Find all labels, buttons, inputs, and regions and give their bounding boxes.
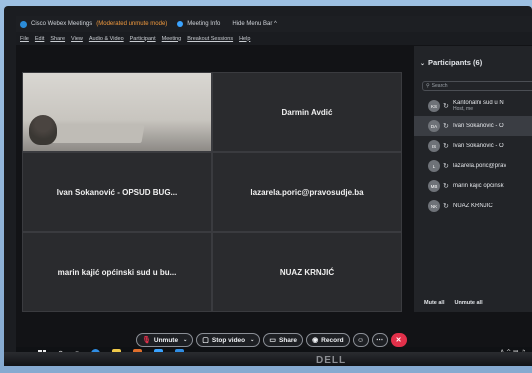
share-button[interactable]: ▭ Share bbox=[263, 333, 304, 347]
video-grid: Darmin Avdić Ivan Sokanović - OPSUD BUG.… bbox=[22, 72, 402, 332]
tile-name-5: NUAZ KRNJIĆ bbox=[279, 267, 335, 277]
search-icon: ⚲ bbox=[426, 83, 430, 89]
participant-avatar: NK bbox=[428, 200, 440, 212]
mute-all-button[interactable]: Mute all bbox=[424, 300, 444, 306]
audio-connection-icon: ↻ bbox=[443, 143, 449, 150]
participants-panel: ⌄ Participants (6) ⚲ Search KS ↻ Kantonalni… bbox=[414, 46, 532, 312]
participant-name-block: Kantonalni sud u N Host, me bbox=[453, 100, 504, 112]
menu-help[interactable]: Help bbox=[239, 36, 250, 42]
chevron-down-icon[interactable]: ⌄ bbox=[183, 337, 187, 343]
more-icon: ⋯ bbox=[376, 337, 384, 344]
close-icon: ✕ bbox=[395, 337, 402, 344]
chevron-down-icon: ⌄ bbox=[420, 61, 426, 67]
tile-name-4: marin kajić općinski sud u bu... bbox=[57, 267, 177, 277]
video-tile-1[interactable]: Darmin Avdić bbox=[212, 72, 402, 152]
participant-row[interactable]: KS ↻ Kantonalni sud u N Host, me bbox=[414, 96, 532, 116]
video-tile-3[interactable]: lazarela.poric@pravosudje.ba bbox=[212, 152, 402, 232]
video-tile-5[interactable]: NUAZ KRNJIĆ bbox=[212, 232, 402, 312]
menu-audio-video[interactable]: Audio & Video bbox=[89, 36, 124, 42]
menu-participant[interactable]: Participant bbox=[130, 36, 156, 42]
screen: Cisco Webex Meetings (Moderated unmute m… bbox=[16, 16, 532, 360]
participant-name: marin kajić općinsk bbox=[453, 183, 504, 189]
video-tile-2[interactable]: Ivan Sokanović - OPSUD BUG... bbox=[22, 152, 212, 232]
participant-avatar: L bbox=[428, 160, 440, 172]
monitor-chin: DELL bbox=[4, 352, 532, 366]
participant-row[interactable]: IS ↻ Ivan Sokanović - O bbox=[414, 136, 532, 156]
audio-connection-icon: ↻ bbox=[443, 163, 449, 170]
video-tile-4[interactable]: marin kajić općinski sud u bu... bbox=[22, 232, 212, 312]
app-title: Cisco Webex Meetings bbox=[31, 21, 93, 27]
participant-name: lazarela.poric@prav bbox=[453, 163, 507, 169]
menu-view[interactable]: View bbox=[71, 36, 83, 42]
meeting-info-icon[interactable] bbox=[177, 21, 184, 27]
tile-name-2: Ivan Sokanović - OPSUD BUG... bbox=[56, 187, 178, 197]
unmute-button[interactable]: 🎙 Unmute ⌄ bbox=[136, 333, 194, 347]
more-options-button[interactable]: ⋯ bbox=[371, 333, 388, 347]
participant-role: Host, me bbox=[453, 106, 474, 112]
menu-meeting[interactable]: Meeting bbox=[162, 36, 182, 42]
record-icon: ◉ bbox=[312, 337, 319, 344]
participant-avatar: KS bbox=[428, 100, 440, 112]
menu-breakout-sessions[interactable]: Breakout Sessions bbox=[187, 36, 233, 42]
participant-search-input[interactable]: ⚲ Search bbox=[422, 81, 532, 91]
menu-file[interactable]: File bbox=[20, 36, 29, 42]
participant-avatar: DA bbox=[428, 120, 440, 132]
menu-edit[interactable]: Edit bbox=[35, 36, 44, 42]
stop-video-button[interactable]: ▢ Stop video ⌄ bbox=[196, 333, 261, 347]
audio-connection-icon: ↻ bbox=[443, 123, 449, 130]
participants-count: Participants (6) bbox=[428, 58, 483, 67]
participant-row[interactable]: DA ↻ Ivan Sokanović - O bbox=[414, 116, 532, 136]
share-label: Share bbox=[278, 336, 298, 344]
participant-avatar: IS bbox=[428, 140, 440, 152]
meeting-info-link[interactable]: Meeting Info bbox=[187, 21, 220, 27]
participant-row[interactable]: MB ↻ marin kajić općinsk bbox=[414, 176, 532, 196]
stop-video-label: Stop video bbox=[211, 336, 246, 344]
participant-name: Ivan Sokanović - O bbox=[453, 123, 504, 129]
hide-menu-bar-button[interactable]: Hide Menu Bar ^ bbox=[232, 21, 277, 27]
participant-row[interactable]: L ↻ lazarela.poric@prav bbox=[414, 156, 532, 176]
participant-row[interactable]: NK ↻ NUAZ KRNJIĆ bbox=[414, 196, 532, 216]
participant-name-block: NUAZ KRNJIĆ bbox=[453, 203, 493, 209]
video-camera-icon: ▢ bbox=[202, 337, 209, 344]
webex-app-icon bbox=[20, 20, 27, 28]
participant-name-block: lazarela.poric@prav bbox=[453, 163, 506, 169]
menu-bar: File Edit Share View Audio & Video Parti… bbox=[16, 32, 532, 45]
participant-name-block: Ivan Sokanović - O bbox=[453, 143, 504, 149]
participant-avatar: MB bbox=[428, 180, 440, 192]
participant-name: Ivan Sokanović - O bbox=[453, 143, 504, 149]
audio-connection-icon: ↻ bbox=[443, 203, 449, 210]
participant-list: KS ↻ Kantonalni sud u N Host, me DA ↻ Ivan Sok… bbox=[414, 96, 532, 216]
video-tile-camera[interactable] bbox=[22, 72, 212, 152]
participant-name-block: Ivan Sokanović - O bbox=[453, 123, 504, 129]
title-bar: Cisco Webex Meetings (Moderated unmute m… bbox=[16, 16, 532, 32]
chevron-down-icon[interactable]: ⌄ bbox=[250, 337, 254, 343]
menu-share[interactable]: Share bbox=[50, 36, 65, 42]
participant-name: NUAZ KRNJIĆ bbox=[453, 203, 493, 209]
monitor-frame: Cisco Webex Meetings (Moderated unmute m… bbox=[4, 6, 532, 366]
moderated-mode-label: (Moderated unmute mode) bbox=[96, 21, 168, 27]
camera-person bbox=[29, 115, 57, 145]
unmute-all-button[interactable]: Unmute all bbox=[454, 300, 482, 306]
tile-name-3: lazarela.poric@pravosudje.ba bbox=[250, 187, 364, 197]
participants-header[interactable]: ⌄ Participants (6) bbox=[420, 58, 482, 67]
record-label: Record bbox=[321, 336, 344, 344]
audio-connection-icon: ↻ bbox=[443, 183, 449, 190]
panel-footer: Mute all Unmute all bbox=[424, 300, 483, 306]
unmute-label: Unmute bbox=[153, 336, 179, 344]
smiley-icon: ☺ bbox=[357, 336, 365, 344]
audio-connection-icon: ↻ bbox=[443, 103, 449, 110]
participant-name-block: marin kajić općinsk bbox=[453, 183, 504, 189]
reactions-button[interactable]: ☺ bbox=[352, 333, 369, 347]
muted-mic-icon: 🎙 bbox=[142, 337, 151, 344]
monitor-brand: DELL bbox=[316, 355, 347, 366]
share-icon: ▭ bbox=[269, 337, 276, 344]
tile-name-1: Darmin Avdić bbox=[281, 107, 333, 117]
record-button[interactable]: ◉ Record bbox=[306, 333, 350, 347]
leave-meeting-button[interactable]: ✕ bbox=[390, 333, 407, 347]
search-placeholder: Search bbox=[431, 83, 448, 89]
meeting-controls: 🎙 Unmute ⌄ ▢ Stop video ⌄ ▭ Share ◉ Reco… bbox=[136, 332, 407, 348]
